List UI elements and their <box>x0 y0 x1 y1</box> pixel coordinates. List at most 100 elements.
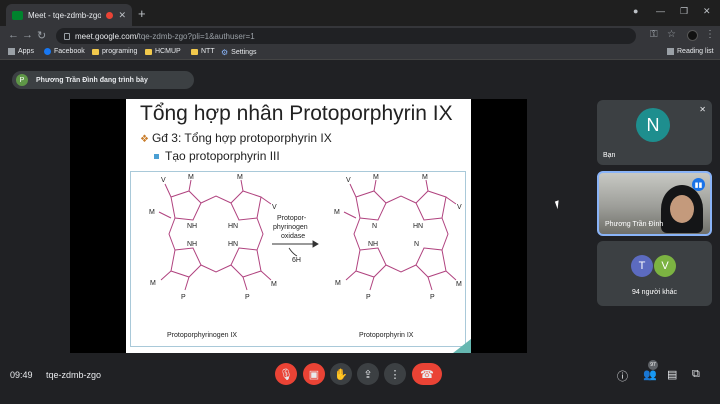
reload-icon[interactable]: ↻ <box>37 29 46 42</box>
pyrrole-ring <box>415 247 447 278</box>
presentation-stage: Tổng hợp nhân Protoporphyrin IX ❖ Gđ 3: T… <box>70 99 527 353</box>
pyrrole-ring <box>355 247 387 278</box>
minimize-icon[interactable]: — <box>656 6 665 16</box>
pyrrole-ring <box>355 190 387 221</box>
sub-label: M <box>373 174 379 181</box>
lock-icon <box>64 32 70 40</box>
sub-label: M <box>149 209 155 216</box>
mouse-cursor-icon <box>554 198 566 210</box>
more-options-button[interactable]: ⋮ <box>384 363 406 385</box>
square-bullet-icon <box>154 154 159 160</box>
n-label: N <box>414 241 419 248</box>
sub-label: M <box>422 174 428 181</box>
sub-label: V <box>457 204 462 211</box>
bookmark-hcmup[interactable]: HCMUP <box>145 48 181 55</box>
info-icon[interactable]: ⓘ <box>617 368 628 384</box>
url-text: meet.google.com/tqe-zdmb-zgo?pli=1&authu… <box>75 31 255 41</box>
pyrrole-ring <box>230 247 262 278</box>
slide-corner-decoration <box>453 339 471 353</box>
sub-label: V <box>272 204 277 211</box>
facebook-icon <box>44 48 51 55</box>
reading-list[interactable]: Reading list <box>667 48 714 55</box>
apps-grid-icon <box>8 48 15 55</box>
folder-icon <box>145 48 152 55</box>
avatar: T <box>631 255 653 277</box>
diamond-bullet-icon: ❖ <box>140 134 149 145</box>
sub-label: M <box>456 281 462 288</box>
chat-icon[interactable]: ▤ <box>667 368 677 381</box>
profile-avatar[interactable] <box>687 30 698 41</box>
sub-label: M <box>188 174 194 181</box>
leave-call-button[interactable]: ☎ <box>412 363 442 385</box>
reading-list-icon <box>667 48 674 55</box>
present-button[interactable]: ⇪ <box>357 363 379 385</box>
bookmark-programing[interactable]: programing <box>92 48 137 55</box>
participant-name: Phương Trần Đình <box>605 221 664 228</box>
meet-control-bar: 09:49 tqe-zdmb-zgo 🎙 ▣ ✋ ⇪ ⋮ ☎ ⓘ 97 👥 ▤ … <box>0 357 720 404</box>
presenting-banner[interactable]: P Phương Trần Đình đang trình bày <box>12 71 194 89</box>
porphyrin-figure: V M M V M M M P P V M M V M M M P P NH H… <box>130 171 466 347</box>
enzyme-label: Protopor- <box>277 215 307 222</box>
bookmark-facebook[interactable]: Facebook <box>44 48 85 55</box>
participant-tile-presenter[interactable]: ▮▮ Phương Trần Đình <box>597 171 712 236</box>
pyrrole-ring <box>170 190 202 221</box>
mic-toggle-button[interactable]: 🎙 <box>275 363 297 385</box>
sub-label: P <box>366 294 371 301</box>
close-window-icon[interactable]: ✕ <box>703 6 711 17</box>
sub-label: P <box>245 294 250 301</box>
new-tab-button[interactable]: + <box>138 7 146 20</box>
media-control-icon[interactable]: ● <box>633 6 638 16</box>
others-count-label: 94 người khác <box>631 289 678 296</box>
camera-toggle-button[interactable]: ▣ <box>303 363 325 385</box>
methine-bridge <box>353 217 361 251</box>
sub-label: P <box>430 294 435 301</box>
participant-tile-others[interactable]: T V 94 người khác <box>597 241 712 306</box>
people-icon[interactable]: 👥 <box>643 368 657 381</box>
forward-icon[interactable]: → <box>22 29 33 41</box>
hn-label: HN <box>228 241 238 248</box>
slide-title: Tổng hợp nhân Protoporphyrin IX <box>140 102 453 125</box>
methylene-bridge <box>168 217 176 251</box>
bookmark-apps[interactable]: Apps <box>8 48 34 55</box>
shared-slide: Tổng hợp nhân Protoporphyrin IX ❖ Gđ 3: T… <box>126 99 471 353</box>
browser-tab[interactable]: Meet - tqe-zdmb-zgo ✕ <box>6 4 132 26</box>
video-person-face <box>670 195 694 223</box>
bookmark-ntt[interactable]: NTT <box>191 48 215 55</box>
presenter-avatar: P <box>16 74 28 86</box>
gear-icon: ⚙ <box>221 48 229 57</box>
participant-name: Bạn <box>603 152 616 159</box>
sub-label: V <box>161 177 166 184</box>
star-icon[interactable]: ☆ <box>667 29 676 40</box>
arrow-below-label: 6H <box>292 257 301 264</box>
slide-bullet-1: ❖ Gđ 3: Tổng hợp protoporphyrin IX <box>140 131 332 145</box>
methylene-bridge <box>256 217 264 251</box>
pyrrole-ring <box>415 190 447 221</box>
recording-dot-icon <box>106 11 114 19</box>
bookmark-settings[interactable]: ⚙ Settings <box>221 48 256 57</box>
address-bar-row: ← → ↻ meet.google.com/tqe-zdmb-zgo?pli=1… <box>0 26 720 46</box>
participant-tile-self[interactable]: N ✕ Bạn <box>597 100 712 165</box>
arrow-head <box>312 240 319 248</box>
enzyme-label: oxidase <box>281 233 305 240</box>
maximize-icon[interactable]: ❐ <box>680 6 688 17</box>
pyrrole-ring <box>170 247 202 278</box>
raise-hand-button[interactable]: ✋ <box>330 363 352 385</box>
activities-icon[interactable]: ⧉ <box>692 368 700 381</box>
presenting-text: Phương Trần Đình đang trình bày <box>36 76 148 84</box>
back-icon[interactable]: ← <box>8 29 19 41</box>
speaking-indicator-icon: ▮▮ <box>692 178 705 191</box>
n-label: N <box>372 223 377 230</box>
sub-label: M <box>271 281 277 288</box>
right-compound-label: Protoporphyrin IX <box>359 332 414 339</box>
address-bar[interactable]: meet.google.com/tqe-zdmb-zgo?pli=1&authu… <box>56 28 636 44</box>
clock-time: 09:49 <box>10 370 33 380</box>
tab-title: Meet - tqe-zdmb-zgo <box>28 10 102 20</box>
sub-label: M <box>150 280 156 287</box>
folder-icon <box>92 48 99 55</box>
sub-label: V <box>346 177 351 184</box>
nh-label: NH <box>187 223 197 230</box>
key-icon[interactable]: ⚿ <box>650 29 658 40</box>
menu-dots-icon[interactable]: ⋮ <box>705 29 715 40</box>
mic-off-icon: ✕ <box>699 105 706 114</box>
close-tab-icon[interactable]: ✕ <box>118 10 126 21</box>
